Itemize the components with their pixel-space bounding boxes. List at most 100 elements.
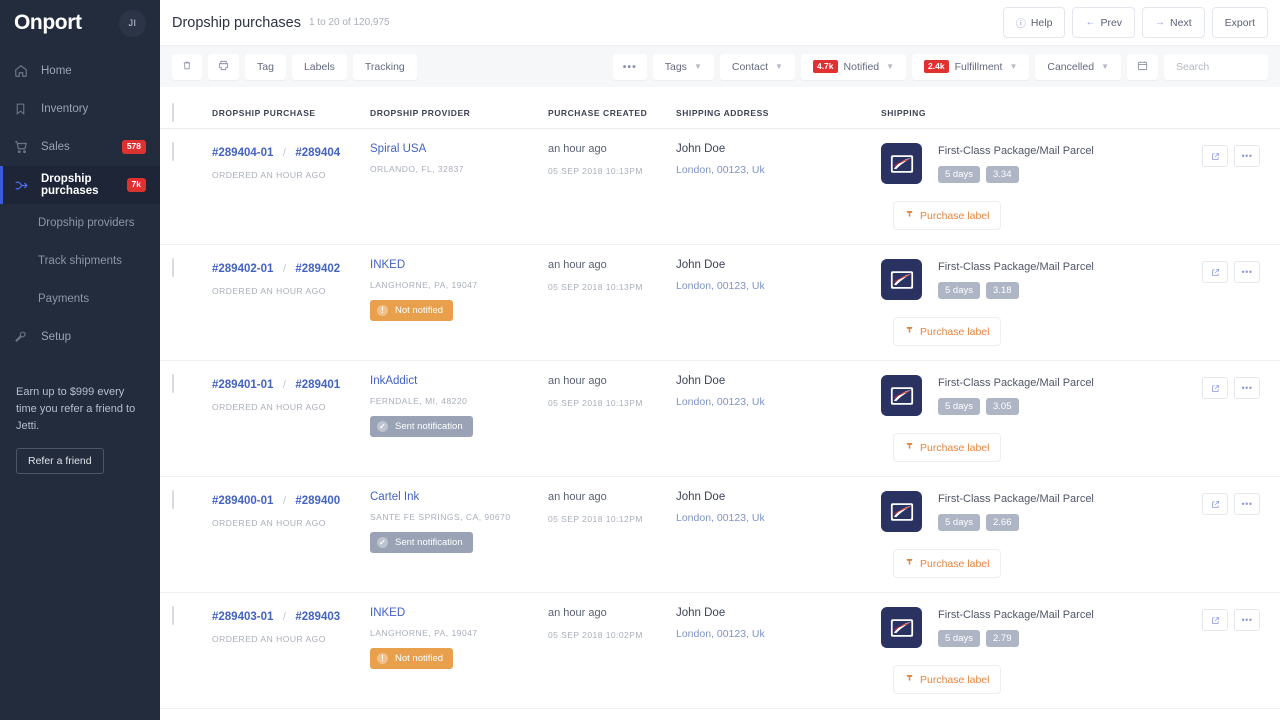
date-filter-button[interactable] bbox=[1127, 54, 1158, 80]
chevron-down-icon: ▼ bbox=[886, 62, 894, 71]
provider-link[interactable]: INKED bbox=[370, 607, 540, 619]
sidebar-item-dropship-providers[interactable]: Dropship providers bbox=[0, 204, 160, 242]
purchase-label-button[interactable]: Purchase label bbox=[893, 201, 1001, 230]
created-relative: an hour ago bbox=[548, 375, 668, 387]
created-relative: an hour ago bbox=[548, 259, 668, 271]
created-absolute: 05 SEP 2018 10:13PM bbox=[548, 282, 668, 292]
purchase-ids: #289402-01 / #289402 bbox=[212, 259, 362, 277]
next-button-label: Next bbox=[1170, 17, 1192, 29]
row-checkbox[interactable] bbox=[172, 490, 174, 509]
recipient-address[interactable]: London, 00123, Uk bbox=[676, 628, 873, 640]
shipping-top: First-Class Package/Mail Parcel 5 days 2… bbox=[881, 607, 1260, 648]
open-external-button[interactable] bbox=[1202, 493, 1228, 515]
label-tag-icon bbox=[905, 209, 914, 222]
row-actions: ••• bbox=[1202, 491, 1260, 515]
row-checkbox[interactable] bbox=[172, 258, 174, 277]
sidebar-item-track-shipments[interactable]: Track shipments bbox=[0, 242, 160, 280]
purchase-id-link[interactable]: #289404-01 bbox=[212, 147, 273, 159]
question-circle-icon: ⓘ bbox=[1016, 15, 1026, 30]
table-row[interactable]: #289403-01 / #289403 ORDERED AN HOUR AGO… bbox=[160, 593, 1280, 709]
purchase-id-link[interactable]: #289402-01 bbox=[212, 263, 273, 275]
bookmark-icon bbox=[14, 101, 32, 117]
status-badge-label: Sent notification bbox=[395, 537, 463, 548]
delete-button[interactable] bbox=[172, 54, 202, 80]
row-more-button[interactable]: ••• bbox=[1234, 261, 1260, 283]
purchase-id-link[interactable]: #289401-01 bbox=[212, 379, 273, 391]
search-input[interactable]: Search bbox=[1164, 54, 1268, 80]
table-row[interactable]: #289402-01 / #289402 ORDERED AN HOUR AGO… bbox=[160, 245, 1280, 361]
filter-notified[interactable]: 4.7k Notified ▼ bbox=[801, 54, 906, 80]
label-tag-icon bbox=[905, 673, 914, 686]
filter-contact-label: Contact bbox=[732, 61, 768, 73]
row-more-button[interactable]: ••• bbox=[1234, 145, 1260, 167]
filter-fulfillment[interactable]: 2.4k Fulfillment ▼ bbox=[912, 54, 1029, 80]
export-button[interactable]: Export bbox=[1212, 7, 1268, 38]
open-external-button[interactable] bbox=[1202, 609, 1228, 631]
next-button[interactable]: → Next bbox=[1142, 7, 1205, 38]
purchase-cell: #289401-01 / #289401 ORDERED AN HOUR AGO bbox=[212, 375, 370, 476]
order-id-link[interactable]: #289402 bbox=[295, 263, 340, 275]
filter-notified-count: 4.7k bbox=[813, 60, 838, 73]
provider-link[interactable]: INKED bbox=[370, 259, 540, 271]
id-separator: / bbox=[283, 495, 286, 507]
purchase-label-button[interactable]: Purchase label bbox=[893, 433, 1001, 462]
sidebar-item-dropship-purchases[interactable]: Dropship purchases 7k bbox=[0, 166, 160, 204]
refer-a-friend-button[interactable]: Refer a friend bbox=[16, 448, 104, 474]
avatar[interactable]: JI bbox=[119, 10, 146, 37]
purchase-id-link[interactable]: #289400-01 bbox=[212, 495, 273, 507]
provider-location: LANGHORNE, PA, 19047 bbox=[370, 628, 540, 638]
purchase-label-button[interactable]: Purchase label bbox=[893, 549, 1001, 578]
created-absolute: 05 SEP 2018 10:13PM bbox=[548, 398, 668, 408]
purchase-ids: #289403-01 / #289403 bbox=[212, 607, 362, 625]
order-id-link[interactable]: #289404 bbox=[295, 147, 340, 159]
order-id-link[interactable]: #289401 bbox=[295, 379, 340, 391]
provider-link[interactable]: Spiral USA bbox=[370, 143, 540, 155]
filter-cancelled[interactable]: Cancelled ▼ bbox=[1035, 54, 1121, 80]
recipient-address[interactable]: London, 00123, Uk bbox=[676, 396, 873, 408]
created-cell: an hour ago 05 SEP 2018 10:13PM bbox=[548, 375, 676, 476]
row-more-button[interactable]: ••• bbox=[1234, 493, 1260, 515]
recipient-address[interactable]: London, 00123, Uk bbox=[676, 512, 873, 524]
recipient-address[interactable]: London, 00123, Uk bbox=[676, 164, 873, 176]
sidebar-item-home[interactable]: Home bbox=[0, 52, 160, 90]
table-row[interactable]: #289401-01 / #289401 ORDERED AN HOUR AGO… bbox=[160, 361, 1280, 477]
sidebar-item-sales[interactable]: Sales 578 bbox=[0, 128, 160, 166]
page-header: Dropship purchases 1 to 20 of 120,975 ⓘ … bbox=[160, 0, 1280, 46]
row-checkbox[interactable] bbox=[172, 374, 174, 393]
order-id-link[interactable]: #289403 bbox=[295, 611, 340, 623]
row-more-button[interactable]: ••• bbox=[1234, 377, 1260, 399]
table-row[interactable]: #289400-01 / #289400 ORDERED AN HOUR AGO… bbox=[160, 477, 1280, 593]
row-checkbox[interactable] bbox=[172, 606, 174, 625]
provider-link[interactable]: InkAddict bbox=[370, 375, 540, 387]
filter-contact[interactable]: Contact ▼ bbox=[720, 54, 795, 80]
print-button[interactable] bbox=[208, 54, 239, 80]
purchase-label-button[interactable]: Purchase label bbox=[893, 317, 1001, 346]
order-id-link[interactable]: #289400 bbox=[295, 495, 340, 507]
open-external-button[interactable] bbox=[1202, 145, 1228, 167]
sidebar-item-setup[interactable]: Setup bbox=[0, 318, 160, 356]
recipient-address[interactable]: London, 00123, Uk bbox=[676, 280, 873, 292]
purchase-label-button[interactable]: Purchase label bbox=[893, 665, 1001, 694]
row-checkbox[interactable] bbox=[172, 142, 174, 161]
referral-promo: Earn up to $999 every time you refer a f… bbox=[0, 384, 160, 474]
search-placeholder: Search bbox=[1176, 61, 1209, 73]
open-external-button[interactable] bbox=[1202, 377, 1228, 399]
filter-fulfillment-count: 2.4k bbox=[924, 60, 949, 73]
sidebar-item-payments[interactable]: Payments bbox=[0, 280, 160, 318]
select-all-checkbox[interactable] bbox=[172, 103, 174, 122]
filter-tags[interactable]: Tags ▼ bbox=[653, 54, 714, 80]
id-separator: / bbox=[283, 263, 286, 275]
row-more-button[interactable]: ••• bbox=[1234, 609, 1260, 631]
help-button[interactable]: ⓘ Help bbox=[1003, 7, 1066, 38]
prev-button[interactable]: ← Prev bbox=[1072, 7, 1135, 38]
open-external-button[interactable] bbox=[1202, 261, 1228, 283]
labels-button[interactable]: Labels bbox=[292, 54, 347, 80]
tag-button[interactable]: Tag bbox=[245, 54, 286, 80]
sidebar-item-inventory[interactable]: Inventory bbox=[0, 90, 160, 128]
more-options-button[interactable]: ••• bbox=[613, 54, 647, 80]
table-row[interactable]: #289404-01 / #289404 ORDERED AN HOUR AGO… bbox=[160, 129, 1280, 245]
brand-logo[interactable]: Onport bbox=[14, 11, 82, 35]
tracking-button[interactable]: Tracking bbox=[353, 54, 417, 80]
provider-link[interactable]: Cartel Ink bbox=[370, 491, 540, 503]
purchase-id-link[interactable]: #289403-01 bbox=[212, 611, 273, 623]
